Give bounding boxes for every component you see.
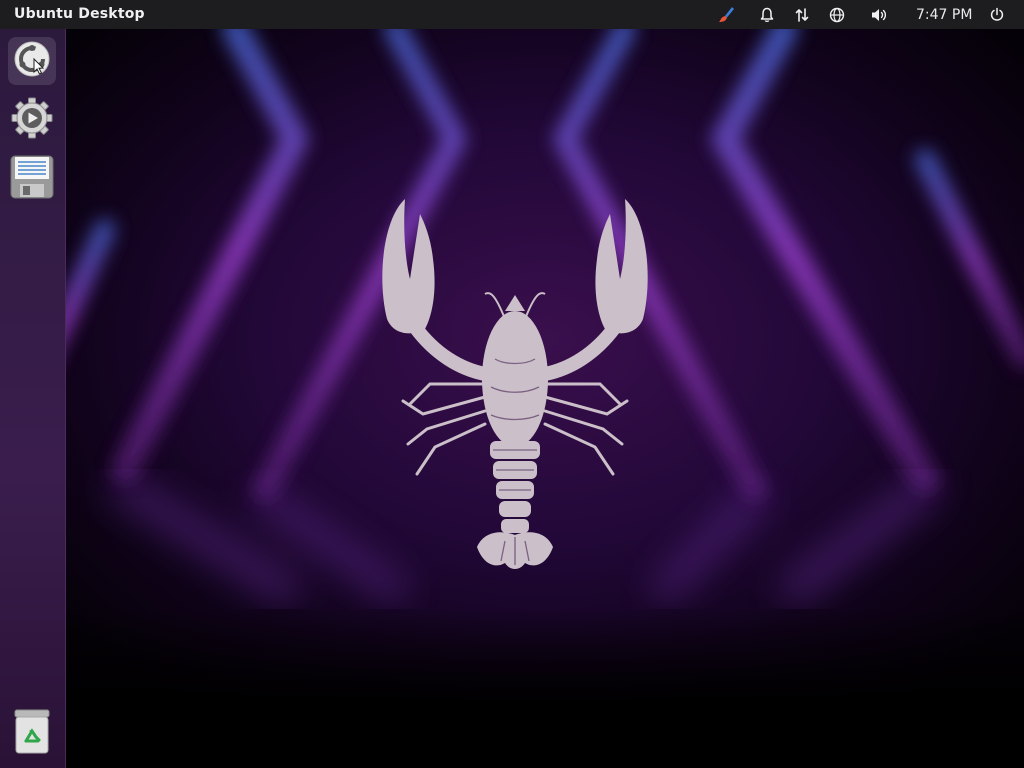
network-transfer-icon[interactable] (792, 5, 812, 25)
paintbrush-icon[interactable] (716, 5, 736, 25)
dock (0, 29, 66, 768)
top-bar: Ubuntu Desktop 7:47 PM (0, 0, 1024, 29)
speaker-volume-icon[interactable] (869, 5, 889, 25)
dock-item-trash[interactable] (8, 709, 56, 759)
document-save-icon (10, 155, 54, 203)
settings-gear-icon (10, 96, 54, 144)
globe-icon[interactable] (827, 5, 847, 25)
dock-item-settings[interactable] (8, 96, 56, 144)
activities-title[interactable]: Ubuntu Desktop (14, 6, 145, 22)
dock-item-installer[interactable] (8, 37, 56, 85)
dock-item-text-editor[interactable] (8, 155, 56, 203)
trash-recycle-icon (12, 709, 52, 759)
lobster-logo (382, 199, 648, 569)
desktop-background (65, 29, 1024, 768)
wallpaper-image (65, 29, 1024, 604)
power-icon[interactable] (987, 5, 1007, 25)
installer-icon (12, 39, 52, 83)
clock[interactable]: 7:47 PM (916, 7, 972, 23)
bell-icon[interactable] (757, 5, 777, 25)
